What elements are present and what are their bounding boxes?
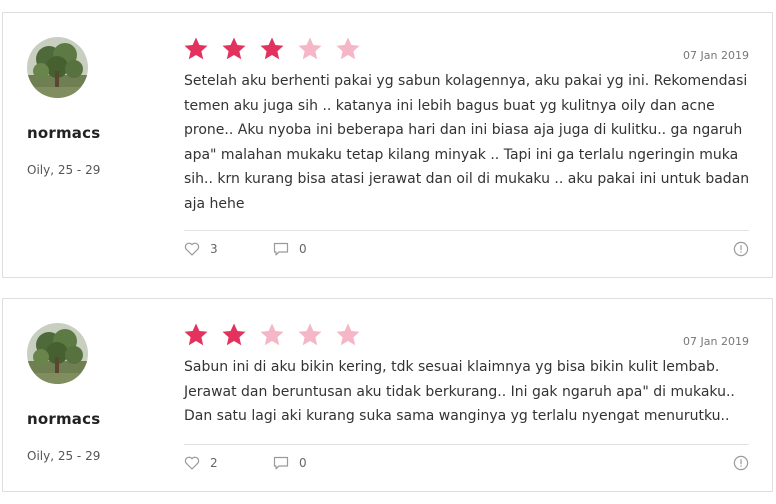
- review-date: 07 Jan 2019: [683, 335, 749, 348]
- review-card: normacs Oily, 25 - 29 07 Jan 2019 Sabun …: [2, 298, 773, 492]
- like-count: 3: [210, 242, 218, 256]
- comment-button[interactable]: 0: [273, 241, 307, 257]
- like-count: 2: [210, 456, 218, 470]
- star-empty-icon: [297, 322, 323, 348]
- username[interactable]: normacs: [27, 124, 100, 142]
- report-button[interactable]: [733, 455, 749, 471]
- star-filled-icon: [221, 36, 247, 62]
- star-empty-icon: [335, 36, 361, 62]
- comment-count: 0: [299, 242, 307, 256]
- heart-icon: [184, 455, 200, 471]
- star-filled-icon: [183, 322, 209, 348]
- star-filled-icon: [221, 322, 247, 348]
- star-rating: [183, 36, 373, 62]
- avatar[interactable]: [27, 323, 88, 384]
- review-card: normacs Oily, 25 - 29 07 Jan 2019 Setela…: [2, 12, 773, 278]
- like-button[interactable]: 3: [184, 241, 218, 257]
- star-empty-icon: [259, 322, 285, 348]
- divider: [184, 230, 749, 231]
- star-empty-icon: [335, 322, 361, 348]
- alert-circle-icon: [733, 455, 749, 471]
- review-actions: 2 0: [184, 455, 749, 475]
- review-text: Setelah aku berhenti pakai yg sabun kola…: [184, 73, 750, 212]
- heart-icon: [184, 241, 200, 257]
- star-empty-icon: [297, 36, 323, 62]
- comment-button[interactable]: 0: [273, 455, 307, 471]
- star-filled-icon: [259, 36, 285, 62]
- star-filled-icon: [183, 36, 209, 62]
- comment-icon: [273, 455, 289, 471]
- user-skin-age: Oily, 25 - 29: [27, 163, 101, 177]
- alert-circle-icon: [733, 241, 749, 257]
- review-text: Sabun ini di aku bikin kering, tdk sesua…: [184, 359, 735, 424]
- username[interactable]: normacs: [27, 410, 100, 428]
- like-button[interactable]: 2: [184, 455, 218, 471]
- comment-icon: [273, 241, 289, 257]
- report-button[interactable]: [733, 241, 749, 257]
- review-date: 07 Jan 2019: [683, 49, 749, 62]
- review-actions: 3 0: [184, 241, 749, 261]
- divider: [184, 444, 749, 445]
- user-skin-age: Oily, 25 - 29: [27, 449, 101, 463]
- avatar[interactable]: [27, 37, 88, 98]
- star-rating: [183, 322, 373, 348]
- comment-count: 0: [299, 456, 307, 470]
